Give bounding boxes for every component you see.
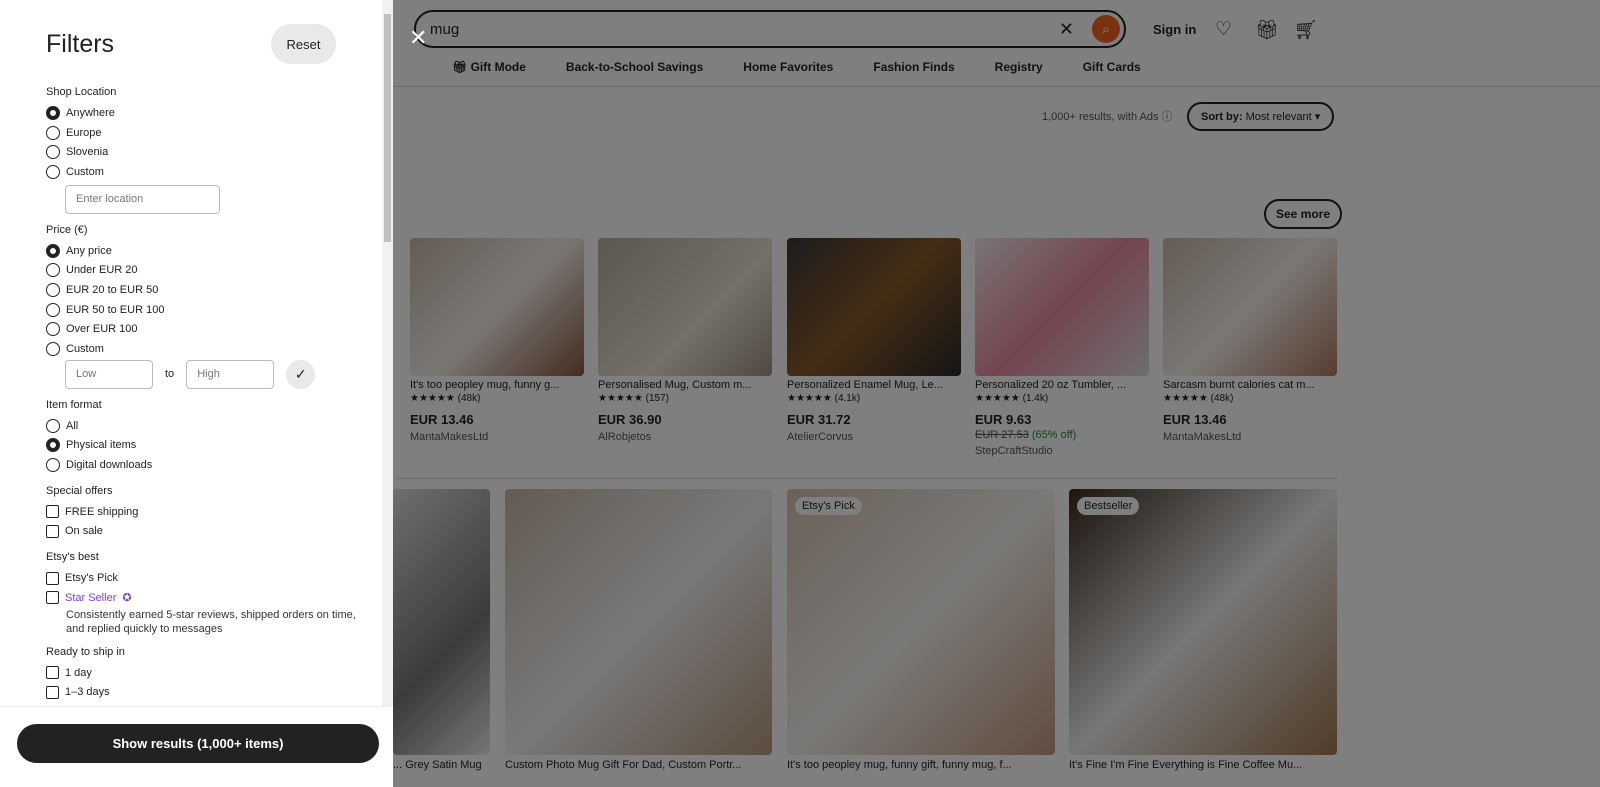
option-label: All <box>66 419 79 432</box>
checkbox-free-shipping[interactable]: FREE shipping <box>46 502 376 522</box>
radio-under-20[interactable]: Under EUR 20 <box>46 260 376 280</box>
radio-icon <box>46 282 60 297</box>
radio-icon <box>46 105 60 120</box>
checkbox-icon <box>46 571 59 585</box>
etsys-best-section: Etsy's best Etsy's Pick Star Seller ✪ Con… <box>46 551 376 635</box>
option-label: Slovenia <box>66 146 109 159</box>
item-format-section: Item format All Physical items Digital d… <box>46 399 376 475</box>
section-label: Item format <box>46 398 102 411</box>
radio-all[interactable]: All <box>46 416 376 436</box>
option-label: EUR 20 to EUR 50 <box>66 283 159 296</box>
option-label: Any price <box>66 244 112 257</box>
section-label: Special offers <box>46 484 113 497</box>
price-high-input[interactable]: High <box>186 359 275 389</box>
checkbox-star-seller[interactable]: Star Seller ✪ <box>46 588 376 608</box>
option-label: EUR 50 to EUR 100 <box>66 303 165 316</box>
section-label: Price (€) <box>46 223 88 236</box>
checkbox-etsys-pick[interactable]: Etsy's Pick <box>46 568 376 588</box>
checkbox-icon <box>46 666 59 680</box>
radio-icon <box>46 243 60 258</box>
reset-button[interactable]: Reset <box>271 24 336 64</box>
radio-over-100[interactable]: Over EUR 100 <box>46 320 376 340</box>
filters-title: Filters <box>46 30 115 58</box>
star-seller-icon: ✪ <box>122 592 132 605</box>
radio-icon <box>46 322 60 337</box>
option-label: Custom <box>66 343 104 356</box>
checkbox-icon <box>46 524 59 538</box>
radio-icon <box>46 342 60 357</box>
option-label: Digital downloads <box>66 459 153 472</box>
shop-location-section: Shop Location Anywhere Europe Slovenia C… <box>46 86 376 214</box>
section-label: Shop Location <box>46 86 117 98</box>
option-label: Physical items <box>66 439 137 452</box>
radio-any-price[interactable]: Any price <box>46 241 376 261</box>
radio-physical[interactable]: Physical items <box>46 436 376 456</box>
scrollbar-thumb[interactable] <box>384 14 391 242</box>
option-label: Star Seller <box>65 591 117 604</box>
filters-footer: Show results (1,000+ items) <box>0 706 393 787</box>
radio-icon <box>46 302 60 317</box>
radio-icon <box>46 145 60 160</box>
option-label: Etsy's Pick <box>65 572 118 585</box>
option-label: On sale <box>65 525 103 538</box>
checkbox-icon <box>46 505 59 519</box>
radio-europe[interactable]: Europe <box>46 123 376 143</box>
radio-icon <box>46 125 60 140</box>
radio-custom-price[interactable]: Custom <box>46 339 376 359</box>
option-label: Over EUR 100 <box>66 323 138 336</box>
option-label: Under EUR 20 <box>66 264 138 277</box>
checkbox-icon <box>46 685 59 699</box>
special-offers-section: Special offers FREE shipping On sale <box>46 485 376 541</box>
option-label: Custom <box>66 165 104 178</box>
radio-20-50[interactable]: EUR 20 to EUR 50 <box>46 280 376 300</box>
radio-custom-location[interactable]: Custom <box>46 162 376 182</box>
section-label: Ready to ship in <box>46 645 125 658</box>
radio-50-100[interactable]: EUR 50 to EUR 100 <box>46 300 376 320</box>
star-seller-description: Consistently earned 5-star reviews, ship… <box>66 608 356 635</box>
checkbox-icon <box>46 591 59 605</box>
radio-icon <box>46 438 60 453</box>
location-input[interactable]: Enter location <box>65 184 220 214</box>
radio-digital[interactable]: Digital downloads <box>46 455 376 475</box>
to-label: to <box>165 368 175 381</box>
option-label: 1–3 days <box>65 686 110 699</box>
checkbox-on-sale[interactable]: On sale <box>46 522 376 542</box>
ready-to-ship-section: Ready to ship in 1 day 1–3 days <box>46 646 376 702</box>
filters-panel: Filters Reset Shop Location Anywhere Eur… <box>0 0 393 787</box>
scrollbar[interactable] <box>382 0 393 706</box>
show-results-button[interactable]: Show results (1,000+ items) <box>17 724 379 763</box>
apply-price-button[interactable]: ✓ <box>286 359 316 389</box>
radio-icon <box>46 458 60 473</box>
radio-icon <box>46 164 60 179</box>
radio-icon <box>46 263 60 278</box>
option-label: 1 day <box>65 666 92 679</box>
option-label: Anywhere <box>66 106 115 119</box>
price-low-input[interactable]: Low <box>65 359 153 389</box>
option-label: Europe <box>66 126 102 139</box>
radio-anywhere[interactable]: Anywhere <box>46 103 376 123</box>
radio-icon <box>46 418 60 433</box>
checkbox-1-3-days[interactable]: 1–3 days <box>46 682 376 702</box>
radio-slovenia[interactable]: Slovenia <box>46 142 376 162</box>
checkbox-1-day[interactable]: 1 day <box>46 663 376 683</box>
close-icon[interactable]: ✕ <box>409 25 427 51</box>
section-label: Etsy's best <box>46 551 99 564</box>
option-label: FREE shipping <box>65 505 139 518</box>
price-section: Price (€) Any price Under EUR 20 EUR 20 … <box>46 224 376 389</box>
